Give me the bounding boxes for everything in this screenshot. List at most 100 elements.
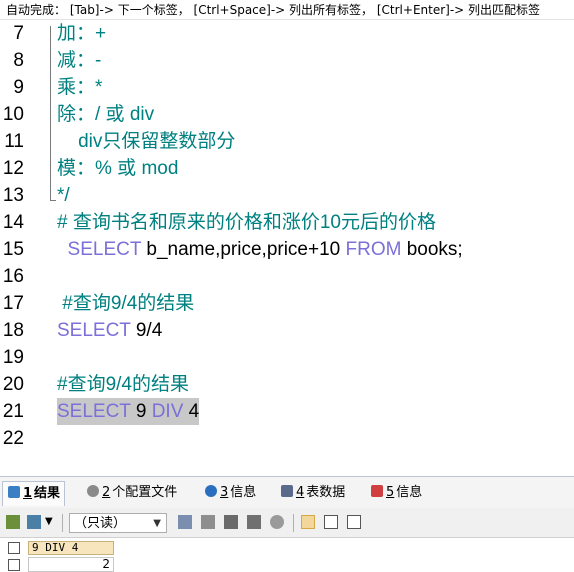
comment-text: 乘：* [57, 77, 103, 98]
tab-number: 4 [296, 485, 305, 500]
tab-info-2[interactable]: 5 信息 [366, 481, 422, 505]
line-number: 8 [13, 50, 24, 71]
line-number: 18 [2, 320, 24, 341]
code-line: 10 除：/ 或 div [0, 101, 574, 128]
code-line: 17 #查询9/4的结果 [0, 290, 574, 317]
code-line: 14 # 查询书名和原来的价格和涨价10元后的价格 [0, 209, 574, 236]
code-line: 11 div只保留整数部分 [0, 128, 574, 155]
table-icon [281, 485, 293, 497]
save-icon[interactable] [224, 515, 238, 529]
row-checkbox[interactable] [8, 559, 20, 571]
sql-statement: SELECT 9/4 [57, 317, 162, 344]
autocomplete-hint: 自动完成： [Tab]-> 下一个标签， [Ctrl+Space]-> 列出所有… [0, 0, 574, 20]
import-icon[interactable] [27, 515, 41, 529]
tab-number: 2 [102, 485, 111, 500]
info-icon [205, 485, 217, 497]
sql-keyword: SELECT [57, 401, 131, 422]
line-number: 9 [13, 77, 24, 98]
tab-label: 个配置文件 [112, 485, 178, 500]
cancel-icon[interactable] [270, 515, 284, 529]
separator [293, 514, 294, 532]
code-line: 18 SELECT 9/4 [0, 317, 574, 344]
delete-icon[interactable] [247, 515, 261, 529]
chevron-down-icon: ▼ [153, 518, 161, 529]
tab-table-data[interactable]: 4 表数据 [276, 481, 345, 505]
profile-icon [87, 485, 99, 497]
line-number: 7 [13, 23, 24, 44]
tab-result[interactable]: 1 结果 [2, 481, 66, 506]
result-cell[interactable]: 2 [28, 557, 114, 572]
line-number: 19 [2, 347, 24, 368]
sql-keyword: SELECT [57, 320, 131, 341]
line-number: 17 [2, 293, 24, 314]
code-line: 8 减：- [0, 47, 574, 74]
code-line: 15 SELECT b_name,price,price+10 FROM boo… [0, 236, 574, 263]
comment-text: 减：- [57, 50, 102, 71]
code-line: 16 [0, 263, 574, 290]
selected-sql-statement[interactable]: SELECT 9 DIV 4 [57, 398, 200, 425]
column-header[interactable]: 9 DIV 4 [28, 541, 114, 555]
result-grid: 9 DIV 4 2 [0, 538, 574, 572]
comment-text: #查询9/4的结果 [57, 374, 189, 395]
line-number: 22 [2, 428, 24, 449]
sql-statement: SELECT b_name,price,price+10 FROM books; [57, 236, 463, 263]
sql-editor[interactable]: 7 加：+ 8 减：- 9 乘：* 10 除：/ 或 div 11 div只保留… [0, 20, 574, 476]
add-row-icon[interactable] [178, 515, 192, 529]
line-number: 16 [2, 266, 24, 287]
select-all-checkbox[interactable] [8, 542, 20, 554]
sql-text: books; [401, 239, 463, 260]
tab-number: 1 [23, 486, 33, 501]
tab-number: 3 [220, 485, 229, 500]
comment-text: div只保留整数部分 [57, 131, 236, 152]
code-line: 12 模：% 或 mod [0, 155, 574, 182]
comment-text: 模：% 或 mod [57, 158, 179, 179]
line-number: 14 [2, 212, 24, 233]
grid-icon [8, 486, 20, 498]
chevron-down-icon[interactable]: ▼ [45, 516, 53, 527]
sql-keyword: DIV [151, 401, 184, 422]
comment-text: #查询9/4的结果 [57, 293, 195, 314]
text-view-icon[interactable] [347, 515, 361, 529]
tab-info[interactable]: 3 信息 [200, 481, 256, 505]
code-line: 9 乘：* [0, 74, 574, 101]
line-number: 21 [2, 401, 24, 422]
result-tabs: 1 结果 2 个配置文件 3 信息 4 表数据 5 信息 [0, 476, 574, 508]
readonly-select-value: （只读） [74, 516, 127, 531]
line-number: 12 [2, 158, 24, 179]
comment-text: 加：+ [57, 23, 107, 44]
line-number: 11 [4, 131, 24, 152]
form-view-icon[interactable] [324, 515, 338, 529]
export-icon[interactable] [6, 515, 20, 529]
line-number: 20 [2, 374, 24, 395]
code-line: 20 #查询9/4的结果 [0, 371, 574, 398]
sql-text: 4 [183, 401, 200, 422]
tab-label: 结果 [34, 486, 61, 501]
code-line: 7 加：+ [0, 20, 574, 47]
result-toolbar: ▼ （只读） ▼ [0, 508, 574, 538]
code-line: 13 */ [0, 182, 574, 209]
code-line: 22 [0, 425, 574, 452]
sql-keyword: FROM [345, 239, 402, 260]
code-line: 19 [0, 344, 574, 371]
tab-number: 5 [386, 485, 395, 500]
separator [62, 514, 63, 532]
readonly-select[interactable]: （只读） ▼ [69, 513, 167, 533]
sql-text: b_name,price,price+10 [141, 239, 346, 260]
tab-label: 信息 [396, 485, 423, 500]
comment-text: */ [57, 185, 70, 206]
line-number: 10 [2, 104, 24, 125]
tab-profile[interactable]: 2 个配置文件 [82, 481, 177, 505]
sql-text: 9 [130, 401, 152, 422]
comment-text: # 查询书名和原来的价格和涨价10元后的价格 [57, 212, 436, 233]
line-number: 13 [2, 185, 24, 206]
code-line: 21 SELECT 9 DIV 4 [0, 398, 574, 425]
line-number: 15 [2, 239, 24, 260]
tab-label: 表数据 [306, 485, 346, 500]
sql-keyword: SELECT [57, 239, 142, 260]
sql-text: 9/4 [130, 320, 163, 341]
tab-label: 信息 [230, 485, 257, 500]
grid-view-icon[interactable] [301, 515, 315, 529]
comment-text: 除：/ 或 div [57, 104, 155, 125]
duplicate-row-icon[interactable] [201, 515, 215, 529]
messages-icon [371, 485, 383, 497]
